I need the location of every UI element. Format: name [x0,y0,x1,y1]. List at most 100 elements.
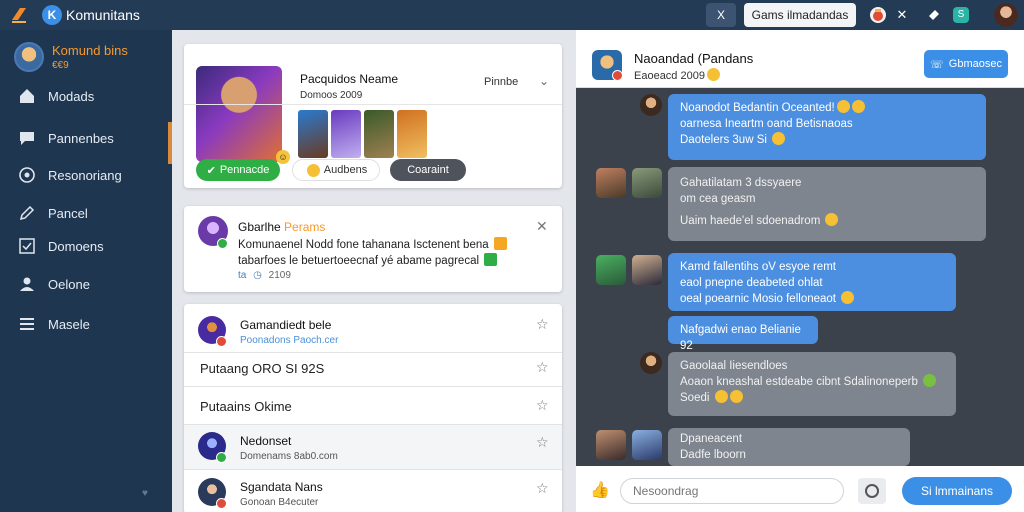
contact-name: Naoandad (Pandans [634,51,754,66]
star-icon[interactable]: ☆ [536,397,549,414]
checkbox-icon [19,238,35,254]
post-text-line: tabarfoes le betuertoeecnaf yé abame pag… [238,255,480,267]
profile[interactable]: Komund bins €€9 [14,42,128,72]
sidebar-item-pannenbes[interactable]: Pannenbes [18,126,168,150]
sidebar-item-label: Modads [48,88,95,104]
thumbnail[interactable] [364,110,394,158]
close-icon[interactable]: ✕ [892,5,912,25]
chat-action-button[interactable]: ☏ Gbmaosec [924,50,1008,78]
thumbnail[interactable] [331,110,361,158]
game-subtitle: Domoos 2009 [300,90,363,101]
game-hero-image[interactable] [196,66,282,162]
game-select[interactable]: Pinnbe [484,76,518,88]
thumbnail[interactable] [298,110,328,158]
emoji-icon [306,163,320,177]
sender-avatar[interactable] [632,430,662,460]
chat-message: Noanodot Bedantin Oceanted! oarnesa Inea… [668,94,986,160]
clock-icon: ◷ [253,270,262,281]
target-icon [19,167,35,183]
star-icon[interactable]: ☆ [536,480,549,497]
chat-panel: Naoandad (Pandans Eaoeacd 2009 ☏ Gbmaosec… [576,30,1024,512]
list-item-sub: Gonoan B4ecuter [240,497,319,508]
status-icon [612,70,623,81]
toolbar-x-button[interactable]: X [706,3,736,27]
chat-message: Nafgadwi enao Belianie 92 [668,316,818,352]
user-avatar[interactable] [994,3,1018,27]
record-icon [865,484,879,498]
game-secondary-button[interactable]: Audbens [292,159,380,181]
close-icon[interactable]: ✕ [536,218,548,235]
sidebar-item-pancel[interactable]: Pancel [18,201,168,225]
game-dark-button[interactable]: Coaraint [390,159,466,181]
online-status-icon [217,238,228,249]
sidebar-item-resonoriang[interactable]: Resonoriang [18,163,168,187]
sidebar-item-label: Masele [48,316,90,332]
puzzle-icon[interactable] [924,5,944,25]
edit-icon [19,205,35,221]
profile-sub: €€9 [52,60,69,71]
list-item-title[interactable]: Putaains Okime [200,399,292,414]
divider [184,352,562,353]
message-input[interactable] [620,478,844,504]
post-text-line: Komunaenel Nodd fone tahanana Isctenent … [238,239,489,251]
sidebar-item-oelone[interactable]: Oelone [18,272,168,296]
emoji-icon [484,253,498,266]
emoji-icon [706,68,720,81]
post-meta-prefix: ta [238,270,247,281]
send-button[interactable]: Si lmmainans [902,477,1012,505]
list-item-title[interactable]: Putaang ORO SI 92S [200,361,324,376]
post-meta-time: 2109 [268,270,291,281]
game-card: ☺ Pacquidos Neame Domoos 2009 Pinnbe ⌄ ✔… [184,44,562,188]
thumbs-up-icon[interactable]: 👍 [590,480,610,500]
chat-message: Gaoolaal Iiesendloes Aoaon kneashal estd… [668,352,956,416]
sidebar-item-modads[interactable]: Modads [18,84,168,108]
chat-icon [20,132,34,145]
app-icon[interactable]: S [951,5,971,25]
shield-icon[interactable] [868,5,888,25]
list-icon [20,318,34,330]
search-button[interactable]: Gams ilmadandas [744,3,856,27]
star-icon[interactable]: ☆ [536,434,549,451]
sidebar-item-label: Domoens [48,238,104,254]
sender-avatar[interactable] [632,168,662,198]
list-card: Gamandiedt bele Poonadons Paoch.cer ☆ Pu… [184,304,562,512]
post-author-tag: Perams [284,220,326,234]
hero-badge-icon: ☺ [276,150,290,164]
divider [184,386,562,387]
sender-avatar[interactable] [640,352,662,374]
sidebar-item-label: Pannenbes [48,130,114,146]
sidebar: Komund bins €€9 Modads Pannenbes Resonor… [0,30,172,512]
sender-avatar[interactable] [640,94,662,116]
star-icon[interactable]: ☆ [536,316,549,333]
sidebar-item-domoens[interactable]: Domoens [18,234,168,258]
sender-avatar[interactable] [632,255,662,285]
attach-button[interactable] [858,478,886,504]
post-author[interactable]: Gbarlhe [238,220,281,234]
app-title: Komunitans [66,7,140,23]
chat-header: Naoandad (Pandans Eaoeacd 2009 ☏ Gbmaosec [576,30,1024,88]
list-item-title[interactable]: Sgandata Nans [240,480,323,494]
post-card: Gbarlhe Perams ✕ Komunaenel Nodd fone ta… [184,206,562,292]
chevron-down-icon[interactable]: ⌄ [539,74,549,88]
sender-avatar[interactable] [596,430,626,460]
sidebar-item-masele[interactable]: Masele [18,312,168,336]
chat-message: Kamd fallentihs oV esyoe remt eaol pnepn… [668,253,956,311]
game-title: Pacquidos Neame [300,72,399,86]
sender-avatar[interactable] [596,168,626,198]
list-item-sub: Poonadons Paoch.cer [240,335,339,346]
home-icon [20,89,34,103]
phone-icon: ☏ [930,58,944,71]
divider [184,104,562,105]
profile-avatar [14,42,44,72]
contact-sub: Eaoeacd 2009 [634,70,705,82]
thumbnail[interactable] [397,110,427,158]
sidebar-item-label: Pancel [48,205,88,221]
app-logo-icon [8,4,30,26]
star-icon[interactable]: ☆ [536,359,549,376]
sidebar-item-label: Oelone [48,276,90,292]
list-item-title[interactable]: Gamandiedt bele [240,318,331,332]
status-icon [216,498,227,509]
sender-avatar[interactable] [596,255,626,285]
list-item-title[interactable]: Nedonset [240,434,291,448]
game-primary-button[interactable]: ✔ Pennacde [196,159,280,181]
